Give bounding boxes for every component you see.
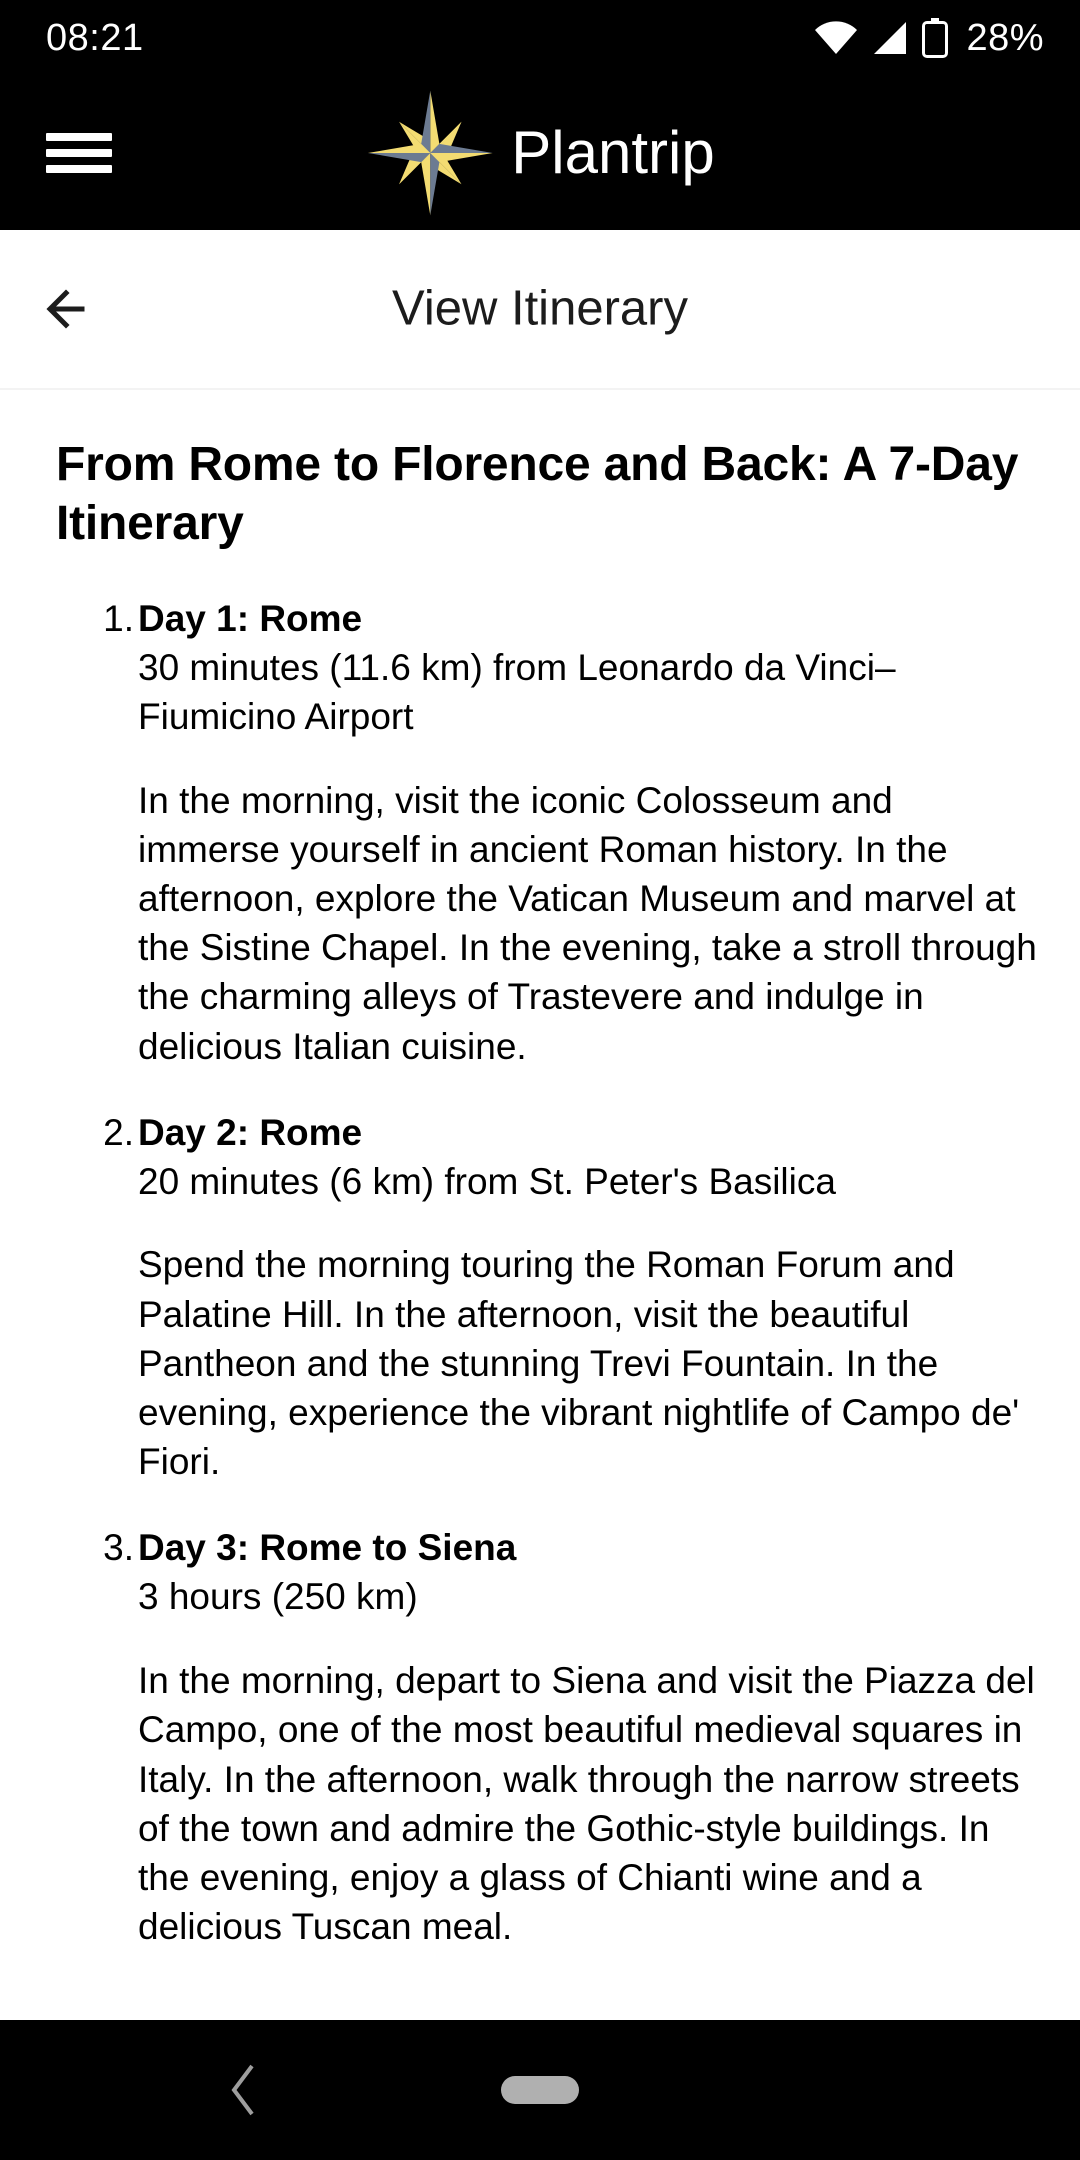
day-description: Spend the morning touring the Roman Foru… xyxy=(138,1244,1020,1483)
list-item: Day 1: Rome 30 minutes (11.6 km) from Le… xyxy=(90,595,1042,1071)
day-heading: Day 1: Rome xyxy=(138,598,363,640)
wifi-icon xyxy=(814,21,858,55)
day-heading: Day 3: Rome to Siena xyxy=(138,1527,517,1569)
brand-name-label: Plantrip xyxy=(511,119,715,186)
status-bar: 08:21 28% xyxy=(0,0,1080,76)
status-bar-indicators: 28% xyxy=(814,18,1044,58)
hamburger-bar xyxy=(46,149,112,157)
app-header: Plantrip xyxy=(0,76,1080,230)
cellular-signal-icon xyxy=(872,21,908,55)
itinerary-heading: From Rome to Florence and Back: A 7-Day … xyxy=(56,438,1019,550)
page-title: View Itinerary xyxy=(392,281,688,336)
itinerary-day-list: Day 1: Rome 30 minutes (11.6 km) from Le… xyxy=(0,553,1080,1951)
day-distance: 30 minutes (11.6 km) from Leonardo da Vi… xyxy=(138,646,896,737)
day-distance: 3 hours (250 km) xyxy=(138,1576,418,1618)
phone-screen: 08:21 28% Plantrip View Itinerary From R… xyxy=(0,0,1080,2160)
itinerary-content: From Rome to Florence and Back: A 7-Day … xyxy=(0,390,1080,2020)
status-bar-clock: 08:21 xyxy=(46,17,144,59)
brand-block[interactable]: Plantrip xyxy=(365,88,715,218)
nav-back-chevron-icon[interactable] xyxy=(222,2060,268,2120)
battery-icon xyxy=(922,18,949,58)
hamburger-bar xyxy=(46,133,112,141)
day-distance: 20 minutes (6 km) from St. Peter's Basil… xyxy=(138,1160,836,1202)
nav-home-pill-icon[interactable] xyxy=(501,2076,579,2104)
system-navigation-bar xyxy=(0,2020,1080,2160)
day-heading: Day 2: Rome xyxy=(138,1111,363,1153)
compass-star-icon xyxy=(365,88,495,218)
day-description: In the morning, depart to Siena and visi… xyxy=(138,1660,1035,1948)
back-arrow-icon[interactable] xyxy=(42,277,106,341)
hamburger-bar xyxy=(46,165,112,173)
hamburger-menu-icon[interactable] xyxy=(46,127,112,179)
list-item: Day 2: Rome 20 minutes (6 km) from St. P… xyxy=(90,1109,1042,1487)
page-sub-header: View Itinerary xyxy=(0,230,1080,390)
list-item: Day 3: Rome to Siena 3 hours (250 km) In… xyxy=(90,1524,1042,1951)
battery-percent-label: 28% xyxy=(966,17,1044,59)
day-description: In the morning, visit the iconic Colosse… xyxy=(138,779,1037,1067)
